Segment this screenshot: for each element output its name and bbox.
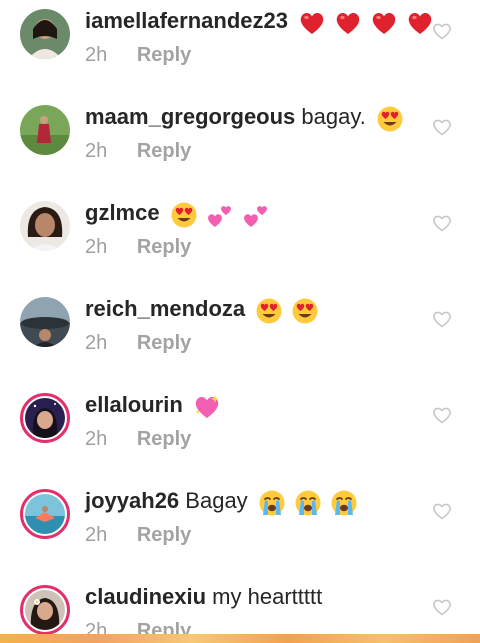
comment-item: claudinexiu my hearttttt 2h Reply	[0, 576, 480, 643]
reply-button[interactable]: Reply	[137, 236, 191, 258]
comment-text: Bagay	[185, 488, 248, 513]
username[interactable]: gzlmce	[85, 200, 160, 225]
username[interactable]: claudinexiu	[85, 584, 206, 609]
emoji-group	[376, 103, 406, 133]
comment-meta: 2h Reply	[85, 426, 191, 452]
avatar[interactable]	[20, 393, 70, 443]
two-hearts-icon	[206, 201, 234, 229]
comment-meta: 2h Reply	[85, 138, 191, 164]
avatar[interactable]	[20, 105, 70, 155]
like-heart-icon[interactable]	[432, 406, 452, 424]
username[interactable]: reich_mendoza	[85, 296, 245, 321]
loudly-crying-icon	[330, 489, 358, 517]
emoji-group	[298, 7, 436, 37]
username[interactable]: iamellafernandez23	[85, 8, 288, 33]
like-heart-icon[interactable]	[432, 310, 452, 328]
avatar[interactable]	[20, 201, 70, 251]
comment-text: my hearttttt	[212, 584, 323, 609]
comment-body: joyyah26 Bagay	[85, 486, 360, 517]
comment-meta: 2h Reply	[85, 522, 191, 548]
loudly-crying-icon	[294, 489, 322, 517]
avatar-image	[25, 398, 65, 438]
like-heart-icon[interactable]	[432, 214, 452, 232]
red-heart-icon	[370, 9, 398, 37]
comment-body: claudinexiu my hearttttt	[85, 582, 322, 612]
comment-body: gzlmce	[85, 198, 272, 229]
red-heart-icon	[334, 9, 362, 37]
like-heart-icon[interactable]	[432, 598, 452, 616]
comment-item: ellalourin 2h Reply	[0, 384, 480, 480]
like-heart-icon[interactable]	[432, 22, 452, 40]
two-hearts-icon	[242, 201, 270, 229]
like-heart-icon[interactable]	[432, 118, 452, 136]
avatar-image	[25, 494, 65, 534]
comment-meta: 2h Reply	[85, 234, 191, 260]
heart-eyes-icon	[376, 105, 404, 133]
comment-item: joyyah26 Bagay 2h Reply	[0, 480, 480, 576]
comment-body: ellalourin	[85, 390, 223, 421]
comment-meta: 2h Reply	[85, 330, 191, 356]
heart-eyes-icon	[291, 297, 319, 325]
comment-body: reich_mendoza	[85, 294, 321, 325]
bottom-emoji-bar	[0, 634, 480, 643]
reply-button[interactable]: Reply	[137, 140, 191, 162]
comment-item: maam_gregorgeous bagay. 2h Reply	[0, 96, 480, 192]
loudly-crying-icon	[258, 489, 286, 517]
sparkling-heart-icon	[193, 393, 221, 421]
like-heart-icon[interactable]	[432, 502, 452, 520]
emoji-group	[258, 487, 360, 517]
timestamp: 2h	[85, 236, 108, 258]
timestamp: 2h	[85, 332, 108, 354]
avatar-image	[25, 590, 65, 630]
red-heart-icon	[406, 9, 434, 37]
timestamp: 2h	[85, 524, 108, 546]
red-heart-icon	[298, 9, 326, 37]
heart-eyes-icon	[255, 297, 283, 325]
avatar[interactable]	[20, 297, 70, 347]
comment-body: maam_gregorgeous bagay.	[85, 102, 406, 133]
comment-text: bagay.	[301, 104, 366, 129]
reply-button[interactable]: Reply	[137, 44, 191, 66]
reply-button[interactable]: Reply	[137, 524, 191, 546]
timestamp: 2h	[85, 428, 108, 450]
comment-meta: 2h Reply	[85, 42, 191, 68]
comment-body: iamellafernandez23	[85, 6, 436, 37]
comment-item: reich_mendoza 2h Reply	[0, 288, 480, 384]
emoji-group	[255, 295, 321, 325]
avatar[interactable]	[20, 9, 70, 59]
timestamp: 2h	[85, 140, 108, 162]
timestamp: 2h	[85, 44, 108, 66]
heart-eyes-icon	[170, 201, 198, 229]
emoji-group	[193, 391, 223, 421]
username[interactable]: maam_gregorgeous	[85, 104, 295, 129]
comments-list: iamellafernandez23 2h Reply maam_gregorg…	[0, 0, 480, 643]
reply-button[interactable]: Reply	[137, 428, 191, 450]
username[interactable]: ellalourin	[85, 392, 183, 417]
comment-item: gzlmce 2h Reply	[0, 192, 480, 288]
avatar[interactable]	[20, 585, 70, 635]
emoji-group	[170, 199, 272, 229]
avatar[interactable]	[20, 489, 70, 539]
comment-item: iamellafernandez23 2h Reply	[0, 0, 480, 96]
reply-button[interactable]: Reply	[137, 332, 191, 354]
username[interactable]: joyyah26	[85, 488, 179, 513]
